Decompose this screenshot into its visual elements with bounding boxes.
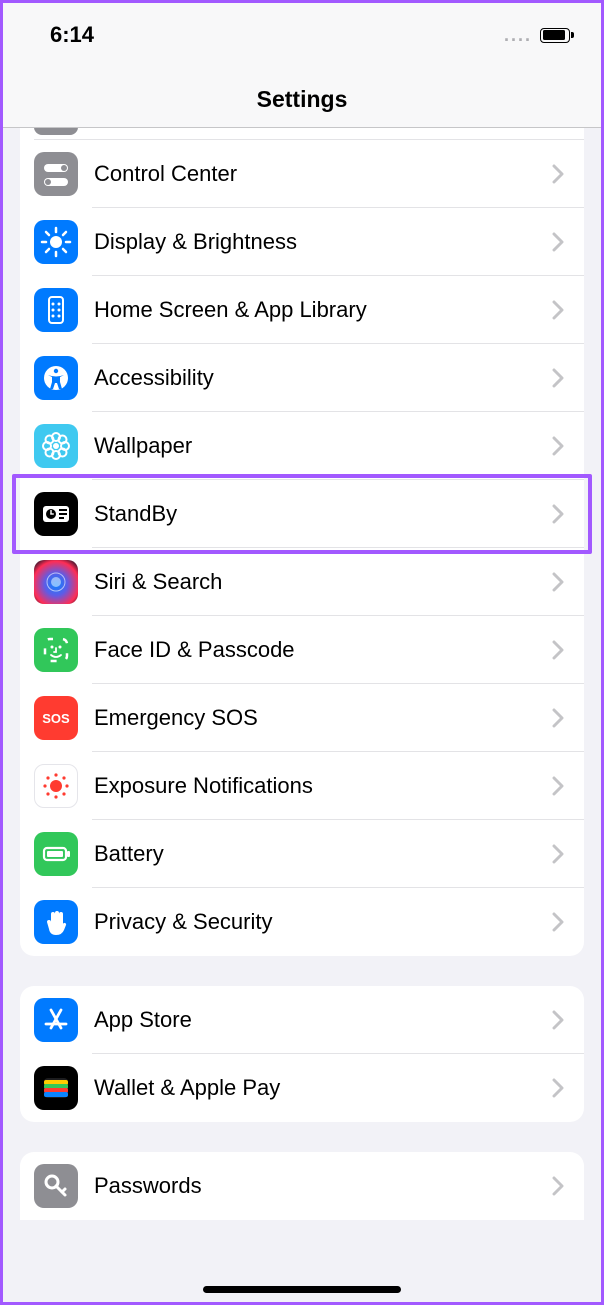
cellular-dots: .... [504, 25, 532, 46]
settings-row-standby[interactable]: StandBy [20, 480, 584, 548]
settings-row-display-brightness[interactable]: Display & Brightness [20, 208, 584, 276]
chevron-right-icon [550, 776, 566, 796]
grid-phone-icon [34, 288, 78, 332]
settings-row-emergency-sos[interactable]: Emergency SOS [20, 684, 584, 752]
chevron-right-icon [550, 1010, 566, 1030]
settings-row-label: Home Screen & App Library [94, 297, 550, 323]
settings-row-siri[interactable]: Siri & Search [20, 548, 584, 616]
key-icon [34, 1164, 78, 1208]
clock-card-icon [34, 492, 78, 536]
toggle-switches-icon [34, 152, 78, 196]
battery-icon [34, 832, 78, 876]
chevron-right-icon [550, 300, 566, 320]
siri-icon [34, 560, 78, 604]
settings-row-label: Exposure Notifications [94, 773, 550, 799]
settings-row-control-center[interactable]: Control Center [20, 140, 584, 208]
chevron-right-icon [550, 640, 566, 660]
settings-row-battery[interactable]: Battery [20, 820, 584, 888]
chevron-right-icon [550, 164, 566, 184]
settings-group-store: App Store Wallet & Apple Pay [20, 986, 584, 1122]
settings-group-main: Control Center Display & Brightness Home… [20, 128, 584, 956]
hand-icon [34, 900, 78, 944]
settings-row-label: Accessibility [94, 365, 550, 391]
settings-row-label: App Store [94, 1007, 550, 1033]
settings-row-label: Passwords [94, 1173, 550, 1199]
sun-icon [34, 220, 78, 264]
accessibility-icon [34, 356, 78, 400]
chevron-right-icon [550, 368, 566, 388]
settings-row-label: Privacy & Security [94, 909, 550, 935]
status-time: 6:14 [50, 22, 94, 48]
chevron-right-icon [550, 232, 566, 252]
settings-row-faceid[interactable]: Face ID & Passcode [20, 616, 584, 684]
settings-row-passwords[interactable]: Passwords [20, 1152, 584, 1220]
partial-prev-row [34, 128, 584, 140]
virus-dot-icon [34, 764, 78, 808]
settings-row-home-screen[interactable]: Home Screen & App Library [20, 276, 584, 344]
settings-row-accessibility[interactable]: Accessibility [20, 344, 584, 412]
chevron-right-icon [550, 1078, 566, 1098]
wallet-icon [34, 1066, 78, 1110]
settings-row-wallet[interactable]: Wallet & Apple Pay [20, 1054, 584, 1122]
battery-indicator [540, 28, 574, 43]
home-indicator[interactable] [203, 1286, 401, 1293]
settings-row-privacy[interactable]: Privacy & Security [20, 888, 584, 956]
settings-group-passwords: Passwords [20, 1152, 584, 1220]
settings-row-label: Display & Brightness [94, 229, 550, 255]
status-bar: 6:14 .... [0, 22, 604, 48]
settings-row-label: Battery [94, 841, 550, 867]
settings-row-label: Wallpaper [94, 433, 550, 459]
chevron-right-icon [550, 708, 566, 728]
sos-text-icon [34, 696, 78, 740]
chevron-right-icon [550, 572, 566, 592]
settings-row-label: StandBy [94, 501, 550, 527]
appstore-icon [34, 998, 78, 1042]
header: 6:14 .... Settings [0, 0, 604, 128]
chevron-right-icon [550, 844, 566, 864]
settings-row-label: Wallet & Apple Pay [94, 1075, 550, 1101]
chevron-right-icon [550, 504, 566, 524]
settings-row-label: Siri & Search [94, 569, 550, 595]
settings-row-exposure[interactable]: Exposure Notifications [20, 752, 584, 820]
settings-row-label: Control Center [94, 161, 550, 187]
faceid-icon [34, 628, 78, 672]
chevron-right-icon [550, 912, 566, 932]
settings-row-label: Face ID & Passcode [94, 637, 550, 663]
settings-row-label: Emergency SOS [94, 705, 550, 731]
settings-row-wallpaper[interactable]: Wallpaper [20, 412, 584, 480]
page-title: Settings [0, 48, 604, 127]
settings-row-app-store[interactable]: App Store [20, 986, 584, 1054]
chevron-right-icon [550, 436, 566, 456]
flower-icon [34, 424, 78, 468]
chevron-right-icon [550, 1176, 566, 1196]
